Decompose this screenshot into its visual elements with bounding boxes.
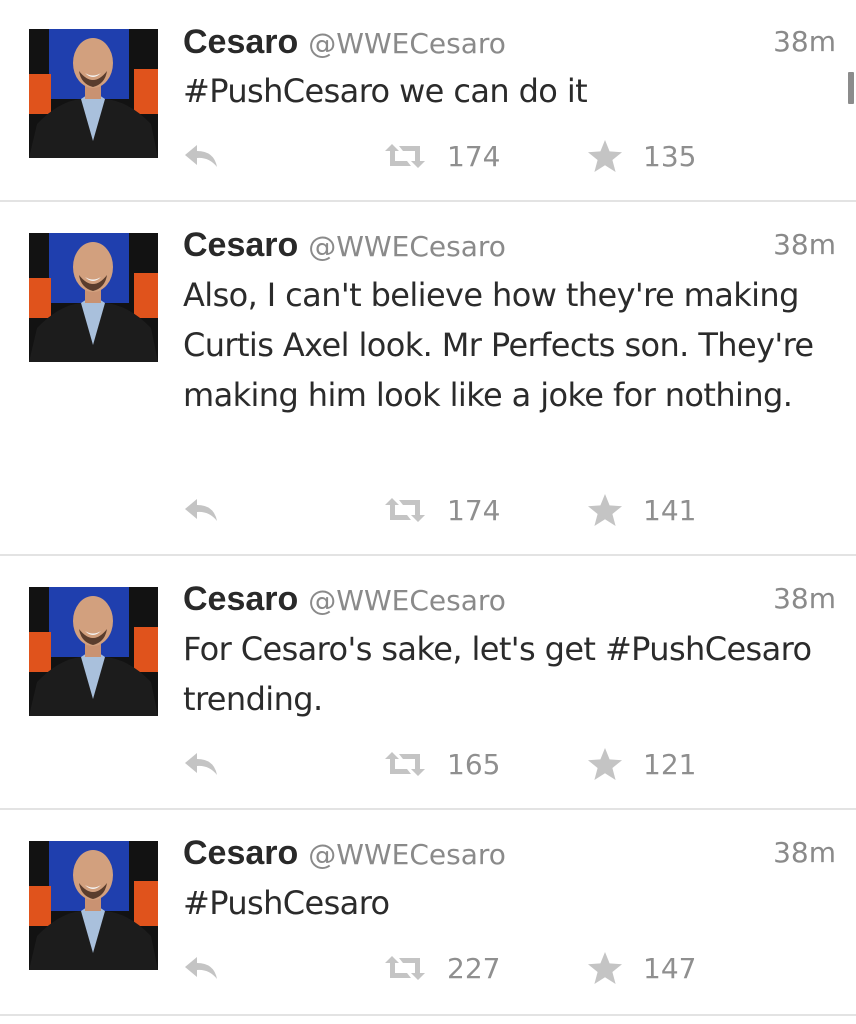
tweet-header: Cesaro @WWECesaro 38m	[183, 579, 836, 619]
tweet-actions: 174 135	[0, 136, 856, 176]
retweet-count: 174	[447, 493, 501, 527]
tweet-item[interactable]: Cesaro @WWECesaro 38m Also, I can't belie…	[0, 202, 856, 556]
avatar[interactable]	[29, 587, 158, 716]
tweet-text: #PushCesaro	[183, 884, 390, 922]
tweet-header: Cesaro @WWECesaro 38m	[183, 225, 836, 265]
reply-icon	[185, 753, 217, 775]
reply-button[interactable]	[183, 490, 219, 530]
timestamp: 38m	[773, 25, 836, 58]
retweet-count: 174	[447, 139, 501, 173]
reply-button[interactable]	[183, 744, 219, 784]
profile-photo-icon	[29, 233, 158, 362]
favorite-count: 147	[643, 951, 697, 985]
retweet-icon	[385, 752, 425, 776]
author-name[interactable]: Cesaro	[183, 23, 298, 61]
retweet-icon	[385, 144, 425, 168]
retweet-button[interactable]: 165	[383, 744, 500, 784]
favorite-button[interactable]: 121	[587, 744, 696, 784]
star-icon	[588, 748, 622, 780]
star-icon	[588, 494, 622, 526]
timestamp: 38m	[773, 582, 836, 615]
tweet-item[interactable]: Cesaro @WWECesaro 38m For Cesaro's sake, …	[0, 556, 856, 810]
timestamp: 38m	[773, 228, 836, 261]
tweet-text: #PushCesaro we can do it	[183, 72, 588, 110]
tweet-header: Cesaro @WWECesaro 38m	[183, 833, 836, 873]
favorite-button[interactable]: 135	[587, 136, 696, 176]
favorite-button[interactable]: 147	[587, 948, 696, 988]
author-handle[interactable]: @WWECesaro	[308, 27, 506, 60]
avatar[interactable]	[29, 233, 158, 362]
retweet-count: 165	[447, 747, 501, 781]
favorite-count: 121	[643, 747, 697, 781]
author-handle[interactable]: @WWECesaro	[308, 838, 506, 871]
retweet-icon	[385, 956, 425, 980]
reply-icon	[185, 145, 217, 167]
author-name[interactable]: Cesaro	[183, 834, 298, 872]
author-handle[interactable]: @WWECesaro	[308, 584, 506, 617]
retweet-icon	[385, 498, 425, 522]
retweet-count: 227	[447, 951, 501, 985]
star-icon	[588, 952, 622, 984]
author-handle[interactable]: @WWECesaro	[308, 230, 506, 263]
retweet-button[interactable]: 174	[383, 490, 500, 530]
favorite-count: 135	[643, 139, 697, 173]
scrollbar[interactable]	[848, 72, 854, 104]
favorite-count: 141	[643, 493, 697, 527]
reply-button[interactable]	[183, 948, 219, 988]
tweet-text: Also, I can't believe how they're making…	[183, 276, 814, 414]
favorite-button[interactable]: 141	[587, 490, 696, 530]
tweet-actions: 165 121	[0, 744, 856, 784]
tweet-text: For Cesaro's sake, let's get #PushCesaro…	[183, 630, 812, 718]
reply-icon	[185, 499, 217, 521]
tweet-timeline: Cesaro @WWECesaro 38m #PushCesaro we can …	[0, 0, 856, 1016]
author-name[interactable]: Cesaro	[183, 226, 298, 264]
tweet-header: Cesaro @WWECesaro 38m	[183, 22, 836, 62]
timestamp: 38m	[773, 836, 836, 869]
profile-photo-icon	[29, 587, 158, 716]
retweet-button[interactable]: 174	[383, 136, 500, 176]
tweet-actions: 227 147	[0, 948, 856, 988]
tweet-item[interactable]: Cesaro @WWECesaro 38m #PushCesaro we can …	[0, 0, 856, 202]
reply-icon	[185, 957, 217, 979]
tweet-actions: 174 141	[0, 490, 856, 530]
reply-button[interactable]	[183, 136, 219, 176]
author-name[interactable]: Cesaro	[183, 580, 298, 618]
tweet-item[interactable]: Cesaro @WWECesaro 38m #PushCesaro 227 14…	[0, 810, 856, 1016]
retweet-button[interactable]: 227	[383, 948, 500, 988]
star-icon	[588, 140, 622, 172]
